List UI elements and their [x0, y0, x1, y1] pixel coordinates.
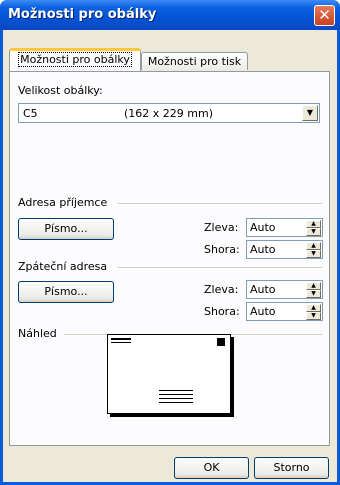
- recipient-left-label: Zleva:: [204, 221, 239, 234]
- envelope-options-dialog: Možnosti pro obálky ✕ Možnosti pro obálk…: [0, 0, 340, 485]
- return-top-value: Auto: [250, 305, 276, 318]
- dialog-body: Možnosti pro obálky Možnosti pro tisk Ve…: [3, 30, 337, 482]
- recipient-top-value: Auto: [250, 243, 276, 256]
- recipient-left-value: Auto: [250, 221, 276, 234]
- spin-up-icon[interactable]: ▲: [306, 282, 321, 290]
- spin-up-icon[interactable]: ▲: [306, 242, 321, 250]
- return-top-label: Shora:: [204, 305, 240, 318]
- recipient-divider: [118, 203, 322, 204]
- spin-up-icon[interactable]: ▲: [306, 304, 321, 312]
- spin-down-icon[interactable]: ▼: [306, 312, 321, 320]
- return-left-value: Auto: [250, 283, 276, 296]
- return-heading: Zpáteční adresa: [18, 260, 108, 273]
- preview-heading: Náhled: [18, 327, 57, 340]
- return-top-spinner[interactable]: Auto ▲ ▼: [246, 302, 323, 321]
- tab-envelope-options-label: Možnosti pro obálky: [18, 52, 132, 67]
- tab-print-options-label: Možnosti pro tisk: [147, 55, 242, 68]
- spin-up-icon[interactable]: ▲: [306, 220, 321, 228]
- recipient-font-button[interactable]: Písmo...: [18, 218, 114, 240]
- tab-print-options[interactable]: Možnosti pro tisk: [141, 52, 248, 70]
- cancel-button[interactable]: Storno: [254, 457, 329, 479]
- chevron-down-icon[interactable]: ▼: [302, 105, 318, 121]
- envelope-size-name: C5: [23, 107, 38, 120]
- recipient-left-spinner[interactable]: Auto ▲ ▼: [246, 218, 323, 237]
- ok-button[interactable]: OK: [174, 457, 249, 479]
- title-bar[interactable]: Možnosti pro obálky ✕: [0, 0, 340, 30]
- window-title: Možnosti pro obálky: [8, 7, 157, 22]
- recipient-top-label: Shora:: [204, 243, 240, 256]
- envelope-size-label: Velikost obálky:: [18, 84, 103, 97]
- recipient-heading: Adresa příjemce: [18, 196, 108, 209]
- return-left-spinner[interactable]: Auto ▲ ▼: [246, 280, 323, 299]
- envelope-preview[interactable]: [107, 334, 231, 414]
- spin-down-icon[interactable]: ▼: [306, 250, 321, 258]
- envelope-size-dimensions: (162 x 229 mm): [124, 107, 214, 120]
- spin-down-icon[interactable]: ▼: [306, 228, 321, 236]
- recipient-top-spinner[interactable]: Auto ▲ ▼: [246, 240, 323, 259]
- tab-envelope-options[interactable]: Možnosti pro obálky: [9, 48, 141, 71]
- spin-down-icon[interactable]: ▼: [306, 290, 321, 298]
- envelope-size-select[interactable]: C5 (162 x 229 mm) ▼: [18, 103, 320, 123]
- return-divider: [118, 267, 322, 268]
- close-icon[interactable]: ✕: [314, 5, 335, 26]
- envelope-preview-drawing: [111, 338, 225, 403]
- return-font-button[interactable]: Písmo...: [18, 281, 114, 303]
- return-left-label: Zleva:: [204, 283, 239, 296]
